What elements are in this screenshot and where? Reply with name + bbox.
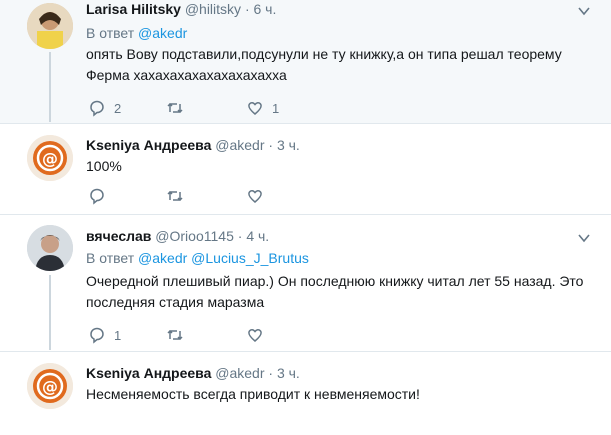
timestamp[interactable]: 6 ч. xyxy=(254,1,277,17)
author-name[interactable]: вячеслав xyxy=(86,228,151,244)
reply-icon xyxy=(90,327,104,344)
tweet-kseniya-1[interactable]: @ Kseniya Андреева @akedr · 3 ч. 100% xyxy=(0,124,611,214)
reply-count: 2 xyxy=(114,100,122,116)
chevron-down-icon[interactable] xyxy=(577,4,591,18)
retweet-action[interactable] xyxy=(166,325,184,345)
tweet-kseniya-2[interactable]: @ Kseniya Андреева @akedr · 3 ч. Несменя… xyxy=(0,352,611,435)
separator-dot: · xyxy=(237,228,243,244)
retweet-icon xyxy=(167,102,183,114)
reply-context: В ответ @akedr xyxy=(86,24,187,42)
author-handle[interactable]: @hilitsky xyxy=(185,1,241,17)
tweet-vyacheslav[interactable]: вячеслав @Orioo1145 · 4 ч. В ответ @aked… xyxy=(0,215,611,351)
avatar[interactable] xyxy=(27,225,73,271)
reply-mention[interactable]: @akedr xyxy=(138,25,187,41)
svg-text:@: @ xyxy=(42,377,58,396)
avatar-photo xyxy=(27,225,73,271)
tweet-text: опять Вову подставили,подсунули не ту кн… xyxy=(86,46,562,83)
like-count: 1 xyxy=(272,100,280,116)
separator-dot: · xyxy=(244,1,250,17)
separator-dot: · xyxy=(268,137,274,153)
reply-action[interactable]: 2 xyxy=(88,98,121,118)
reply-prefix: В ответ xyxy=(86,25,135,41)
reply-action[interactable] xyxy=(88,186,114,206)
author-handle[interactable]: @akedr xyxy=(215,365,264,381)
tweet-text: Несменяемость всегда приводит к невменяе… xyxy=(86,386,420,402)
at-sign-avatar: @ xyxy=(27,135,73,181)
at-sign-avatar: @ xyxy=(27,363,73,409)
heart-icon xyxy=(248,102,262,115)
timestamp[interactable]: 4 ч. xyxy=(246,228,269,244)
retweet-icon xyxy=(167,329,183,341)
timestamp[interactable]: 3 ч. xyxy=(277,365,300,381)
thread-line xyxy=(49,52,51,122)
reply-mention[interactable]: @akedr xyxy=(138,250,187,266)
author-handle[interactable]: @Orioo1145 xyxy=(155,228,234,244)
reply-prefix: В ответ xyxy=(86,250,135,266)
retweet-action[interactable] xyxy=(166,186,184,206)
reply-count: 1 xyxy=(114,327,122,343)
reply-action[interactable]: 1 xyxy=(88,325,121,345)
tweet-text: 100% xyxy=(86,158,122,174)
avatar[interactable] xyxy=(27,3,73,49)
tweet-larisa[interactable]: Larisa Hilitsky @hilitsky · 6 ч. В ответ… xyxy=(0,0,611,123)
author-name[interactable]: Kseniya Андреева xyxy=(86,137,211,153)
separator-dot: · xyxy=(268,365,274,381)
thread-line xyxy=(49,275,51,350)
like-action[interactable] xyxy=(246,325,264,345)
avatar[interactable]: @ xyxy=(27,363,73,409)
chevron-down-icon[interactable] xyxy=(577,231,591,245)
author-handle[interactable]: @akedr xyxy=(215,137,264,153)
reply-icon xyxy=(90,188,104,205)
avatar-photo xyxy=(27,3,73,49)
like-action[interactable] xyxy=(246,186,264,206)
avatar[interactable]: @ xyxy=(27,135,73,181)
reply-icon xyxy=(90,100,104,117)
tweet-text: Очередной плешивый пиар.) Он последнюю к… xyxy=(86,273,584,310)
retweet-action[interactable] xyxy=(166,98,184,118)
heart-icon xyxy=(248,190,262,203)
like-action[interactable]: 1 xyxy=(246,98,279,118)
author-name[interactable]: Larisa Hilitsky xyxy=(86,1,181,17)
reply-mention[interactable]: @Lucius_J_Brutus xyxy=(191,250,309,266)
retweet-icon xyxy=(167,190,183,202)
reply-context: В ответ @akedr @Lucius_J_Brutus xyxy=(86,249,309,267)
author-name[interactable]: Kseniya Андреева xyxy=(86,365,211,381)
heart-icon xyxy=(248,329,262,342)
timestamp[interactable]: 3 ч. xyxy=(277,137,300,153)
svg-text:@: @ xyxy=(42,149,58,168)
